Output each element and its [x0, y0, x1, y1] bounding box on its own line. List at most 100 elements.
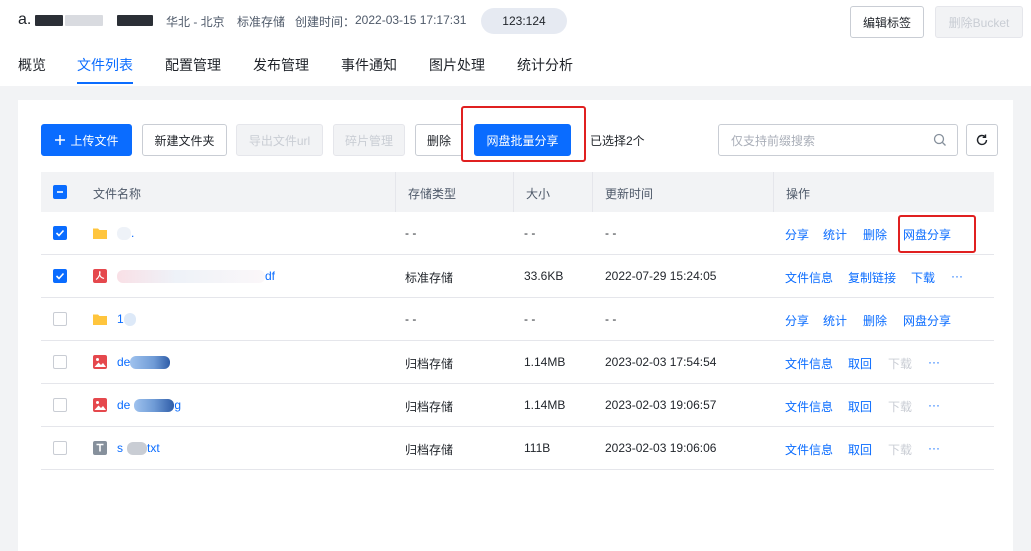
file-name-text: de — [117, 398, 131, 412]
netdisk-share-link[interactable]: 网盘分享 — [903, 226, 951, 243]
row-checkbox[interactable] — [53, 269, 67, 283]
restore-link[interactable]: 取回 — [848, 355, 872, 372]
tab-publish[interactable]: 发布管理 — [253, 55, 309, 75]
table-row[interactable]: de 归档存储 1.14MB 2023-02-03 17:54:54 文件信息 … — [41, 341, 994, 384]
file-name-link[interactable]: df — [117, 269, 276, 284]
delete-link[interactable]: 删除 — [863, 312, 887, 329]
storage-type: 归档存储 — [405, 400, 454, 414]
refresh-button[interactable] — [966, 124, 998, 156]
table-row[interactable]: 1 - - - - - - 分享 统计 删除 网盘分享 — [41, 298, 994, 341]
image-icon — [93, 355, 107, 369]
batch-netdisk-share-button[interactable]: 网盘批量分享 — [474, 124, 571, 156]
redacted-text — [65, 14, 104, 26]
minus-icon — [57, 191, 63, 193]
checkmark-icon — [55, 229, 65, 237]
storage-type: 归档存储 — [405, 443, 454, 457]
download-link[interactable]: 下载 — [888, 398, 912, 415]
delete-link[interactable]: 删除 — [863, 226, 887, 243]
image-icon — [93, 398, 107, 412]
row-checkbox[interactable] — [53, 441, 67, 455]
restore-link[interactable]: 取回 — [848, 441, 872, 458]
search-icon[interactable] — [933, 133, 947, 147]
tab-config[interactable]: 配置管理 — [165, 55, 221, 75]
file-name-suffix: txt — [147, 441, 160, 455]
file-name-text: s — [117, 441, 123, 455]
upload-file-button[interactable]: 上传文件 — [41, 124, 132, 156]
edit-tags-button[interactable]: 编辑标签 — [850, 6, 924, 38]
file-size: 1.14MB — [524, 355, 566, 369]
file-info-link[interactable]: 文件信息 — [785, 355, 833, 372]
tab-bar: 概览 文件列表 配置管理 发布管理 事件通知 图片处理 统计分析 — [0, 46, 1031, 84]
storage-type: 标准存储 — [405, 271, 454, 285]
new-folder-button[interactable]: 新建文件夹 — [142, 124, 227, 156]
file-name-link[interactable]: de g — [117, 398, 182, 413]
download-link[interactable]: 下载 — [888, 441, 912, 458]
column-divider — [513, 172, 514, 212]
search-input[interactable] — [731, 132, 931, 150]
restore-link[interactable]: 取回 — [848, 398, 872, 415]
download-link[interactable]: 下载 — [888, 355, 912, 372]
file-info-link[interactable]: 文件信息 — [785, 398, 833, 415]
delete-button[interactable]: 删除 — [415, 124, 463, 156]
active-tab-indicator — [77, 82, 133, 84]
table-row[interactable]: df 标准存储 33.6KB 2022-07-29 15:24:05 文件信息 … — [41, 255, 994, 298]
column-header: 存储类型 — [408, 187, 457, 201]
column-header: 文件名称 — [93, 187, 142, 201]
table-row[interactable]: . - - - - - - 分享 统计 删除 网盘分享 — [41, 212, 994, 255]
upload-file-label: 上传文件 — [70, 133, 119, 148]
redacted-text — [35, 14, 64, 26]
column-header: 操作 — [786, 187, 811, 201]
file-name-link[interactable]: . — [117, 226, 135, 241]
file-name-text: de — [117, 355, 131, 369]
tab-image-processing[interactable]: 图片处理 — [429, 55, 485, 75]
row-checkbox[interactable] — [53, 398, 67, 412]
share-link[interactable]: 分享 — [785, 226, 809, 243]
file-name-link[interactable]: 1 — [117, 312, 136, 327]
updated-time: 2023-02-03 17:54:54 — [605, 355, 717, 369]
more-actions-icon[interactable]: ··· — [951, 269, 963, 283]
tab-events[interactable]: 事件通知 — [341, 55, 397, 75]
row-checkbox[interactable] — [53, 226, 67, 240]
file-name-suffix: g — [174, 398, 182, 412]
updated-time: 2023-02-03 19:06:57 — [605, 398, 717, 412]
updated-time: 2023-02-03 19:06:06 — [605, 441, 717, 455]
file-info-link[interactable]: 文件信息 — [785, 441, 833, 458]
column-divider — [773, 172, 774, 212]
column-divider — [395, 172, 396, 212]
column-header: 更新时间 — [605, 187, 654, 201]
more-actions-icon[interactable]: ··· — [928, 398, 940, 412]
netdisk-share-link[interactable]: 网盘分享 — [903, 312, 951, 329]
refresh-icon — [976, 134, 988, 146]
file-name-text: . — [131, 226, 135, 240]
file-info-link[interactable]: 文件信息 — [785, 269, 833, 286]
tab-statistics[interactable]: 统计分析 — [517, 55, 573, 75]
share-link[interactable]: 分享 — [785, 312, 809, 329]
row-checkbox[interactable] — [53, 355, 67, 369]
created-time: 2022-03-15 17:17:31 — [355, 13, 467, 27]
copy-link-link[interactable]: 复制链接 — [848, 269, 896, 286]
table-row[interactable]: de g 归档存储 1.14MB 2023-02-03 19:06:57 文件信息… — [41, 384, 994, 427]
selected-count: 已选择2个 — [590, 134, 645, 148]
file-size: 33.6KB — [524, 269, 564, 283]
bucket-tag[interactable]: 123:124 — [481, 8, 567, 34]
folder-icon — [93, 228, 107, 239]
file-name-text: df — [265, 269, 276, 283]
table-row[interactable]: s txt 归档存储 111B 2023-02-03 19:06:06 文件信息 … — [41, 427, 994, 470]
more-actions-icon[interactable]: ··· — [928, 441, 940, 455]
row-checkbox[interactable] — [53, 312, 67, 326]
bucket-header: a. 华北 - 北京 标准存储 创建时间： 2022-03-15 17:17:3… — [0, 0, 1031, 44]
select-all-checkbox[interactable] — [53, 185, 67, 199]
bucket-name: a. — [18, 11, 154, 29]
delete-bucket-button[interactable]: 删除Bucket — [935, 6, 1023, 38]
more-actions-icon[interactable]: ··· — [928, 355, 940, 369]
download-link[interactable]: 下载 — [911, 269, 935, 286]
stats-link[interactable]: 统计 — [823, 312, 847, 329]
stats-link[interactable]: 统计 — [823, 226, 847, 243]
file-name-text: 1 — [117, 312, 124, 326]
fragment-management-button[interactable]: 碎片管理 — [333, 124, 405, 156]
export-url-button[interactable]: 导出文件url — [236, 124, 323, 156]
file-name-link[interactable]: de — [117, 355, 171, 370]
tab-file-list[interactable]: 文件列表 — [77, 55, 133, 75]
file-name-link[interactable]: s txt — [117, 441, 160, 456]
tab-overview[interactable]: 概览 — [18, 55, 46, 75]
